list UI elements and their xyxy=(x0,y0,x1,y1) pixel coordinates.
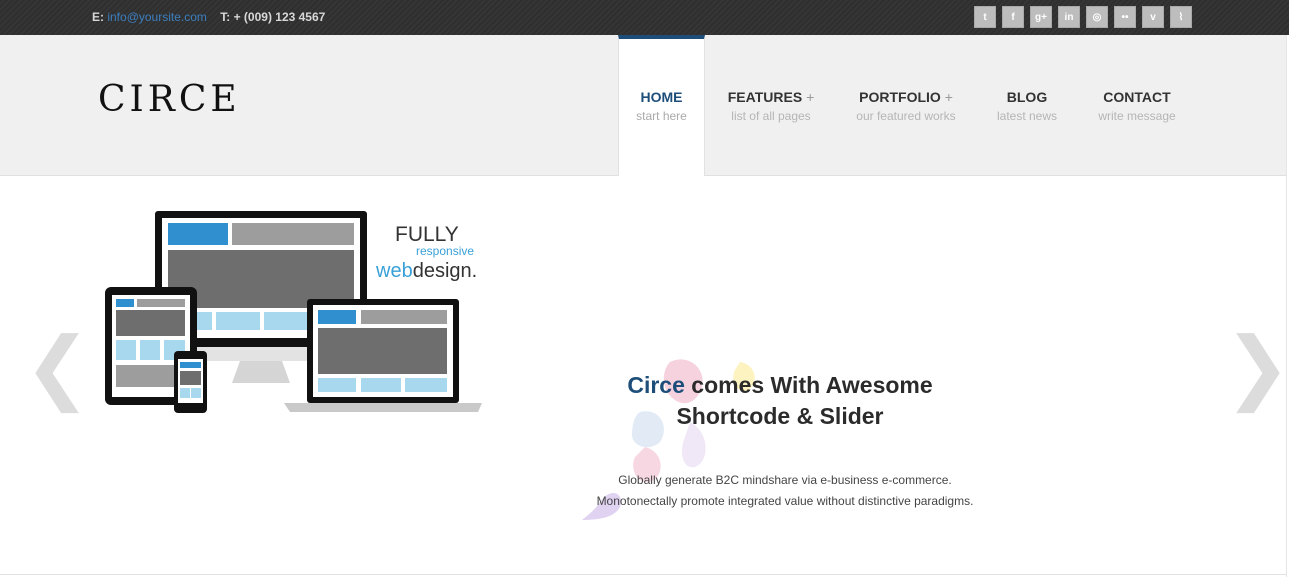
rss-icon[interactable]: ⌇ xyxy=(1170,6,1192,28)
responsive-devices-illustration: FULLY responsive webdesign. xyxy=(105,211,482,413)
flickr-icon[interactable]: •• xyxy=(1114,6,1136,28)
headline-line1: comes With Awesome xyxy=(684,372,933,398)
slider-prev-arrow[interactable]: ❮ xyxy=(24,327,91,407)
nav-features[interactable]: FEATURES + list of all pages xyxy=(722,35,820,176)
top-bar: E: info@yoursite.com T: + (009) 123 4567… xyxy=(0,0,1289,35)
google-plus-icon[interactable]: g+ xyxy=(1030,6,1052,28)
phone-number: T: + (009) 123 4567 xyxy=(220,10,326,24)
headline-brand: Circe xyxy=(627,372,685,398)
dribbble-icon[interactable]: ◎ xyxy=(1086,6,1108,28)
facebook-icon[interactable]: f xyxy=(1002,6,1024,28)
nav-portfolio[interactable]: PORTFOLIO + our featured works xyxy=(849,35,963,176)
site-header: CIRCE HOME start here FEATURES + list of… xyxy=(0,35,1287,176)
desc-line1: Globally generate B2C mindshare via e-bu… xyxy=(618,473,952,487)
nav-contact[interactable]: CONTACT write message xyxy=(1094,35,1180,176)
slide-headline: Circe comes With Awesome Shortcode & Sli… xyxy=(600,370,960,432)
nav-sublabel: latest news xyxy=(996,109,1058,123)
page-edge-divider xyxy=(1286,35,1287,577)
headline-line2: Shortcode & Slider xyxy=(676,403,884,429)
nav-sublabel: start here xyxy=(636,109,687,123)
nav-label: BLOG xyxy=(1006,89,1048,105)
nav-sublabel: list of all pages xyxy=(731,109,811,123)
nav-label: FEATURES + xyxy=(727,89,815,105)
nav-label: HOME xyxy=(640,89,683,105)
slide-description: Globally generate B2C mindshare via e-bu… xyxy=(560,470,1010,512)
email-prefix: E: xyxy=(92,10,104,24)
hero-slider: ❮ ❯ FULLY responsive webdesign. Circe co… xyxy=(0,177,1289,575)
twitter-icon[interactable]: t xyxy=(974,6,996,28)
graphic-webdesign-text: webdesign. xyxy=(375,260,477,282)
site-logo[interactable]: CIRCE xyxy=(98,79,241,120)
nav-sublabel: write message xyxy=(1098,109,1176,123)
linkedin-icon[interactable]: in xyxy=(1058,6,1080,28)
nav-label: CONTACT xyxy=(1103,89,1171,105)
slider-next-arrow[interactable]: ❯ xyxy=(1224,327,1289,407)
email-link[interactable]: info@yoursite.com xyxy=(107,10,207,24)
social-icons: t f g+ in ◎ •• v ⌇ xyxy=(974,6,1192,28)
nav-label: PORTFOLIO + xyxy=(859,89,953,105)
graphic-fully-text: FULLY xyxy=(395,223,459,246)
nav-blog[interactable]: BLOG latest news xyxy=(991,35,1063,176)
nav-sublabel: our featured works xyxy=(856,109,956,123)
desc-line2: Monotonectally promote integrated value … xyxy=(596,494,974,508)
graphic-responsive-text: responsive xyxy=(416,244,474,258)
contact-info: E: info@yoursite.com T: + (009) 123 4567 xyxy=(92,10,325,24)
nav-home[interactable]: HOME start here xyxy=(618,35,705,176)
vimeo-icon[interactable]: v xyxy=(1142,6,1164,28)
